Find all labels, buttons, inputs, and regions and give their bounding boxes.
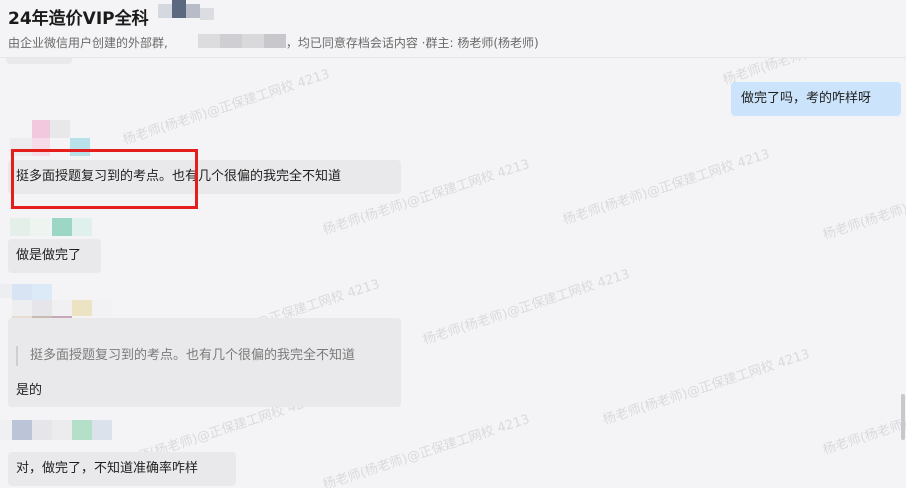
message-text: 是的 (16, 383, 43, 398)
message-text: 做完了吗，考的咋样呀 (741, 91, 872, 106)
sender-name-blurred (0, 418, 116, 442)
watermark: 杨老师(杨老师)@正保建工网校 4213 (821, 162, 906, 244)
watermark: 杨老师(杨老师)@正保建工网校 4213 (321, 411, 532, 488)
message-text: 做是做完了 (16, 248, 82, 263)
message-bubble-incoming[interactable]: 做是做完了 (8, 239, 101, 273)
message-bubble-incoming[interactable]: 挺多面授题复习到的考点。也有几个很偏的我完全不知道 (8, 160, 401, 194)
chat-header: 24年造价VIP全科 由企业微信用户创建的外部群, 系人，均已同意存档会话内容 ·… (0, 0, 906, 58)
watermark: 杨老师(杨老师)@正保建工网校 4213 (121, 66, 332, 149)
quoted-message[interactable]: 挺多面授题复习到的考点。也有几个很偏的我完全不知道 (16, 346, 355, 366)
watermark: 杨老师(杨老师)@正保建工网校 4213 (821, 377, 906, 459)
title-mosaic (158, 0, 216, 26)
sender-name-blurred (10, 218, 94, 236)
message-bubble-outgoing[interactable]: 做完了吗，考的咋样呀 (731, 82, 901, 116)
message-bubble-incoming[interactable]: 对，做完了，不知道准确率咋样 (8, 452, 236, 486)
subtitle-end: 系人，均已同意存档会话内容 ·群主: 杨老师(杨老师) (261, 36, 539, 50)
scrollbar-thumb[interactable] (901, 394, 905, 440)
subtitle-mosaic (198, 32, 286, 50)
watermark: 杨老师(杨老师)@正保建工网校 4213 (601, 346, 812, 429)
group-title[interactable]: 24年造价VIP全科 (8, 4, 149, 29)
message-text: 对，做完了，不知道准确率咋样 (16, 461, 199, 476)
chat-scrollbar[interactable] (900, 58, 906, 488)
partial-bubble (6, 58, 72, 64)
highlighted-text: 挺多面授题复习到的考点。 (16, 169, 173, 184)
watermark: 杨老师(杨老师)@正保建工网校 4213 (421, 266, 632, 349)
subtitle-start: 由企业微信用户创建的外部群, (8, 36, 168, 50)
message-text: 挺多面授题复习到的考点。也有几个很偏的我完全不知道 (16, 167, 341, 187)
watermark: 杨老师(杨老师)@正保建工网校 4213 (561, 146, 772, 229)
sender-name-blurred (10, 118, 94, 158)
message-text-rest: 也有几个很偏的我完全不知道 (172, 169, 342, 184)
